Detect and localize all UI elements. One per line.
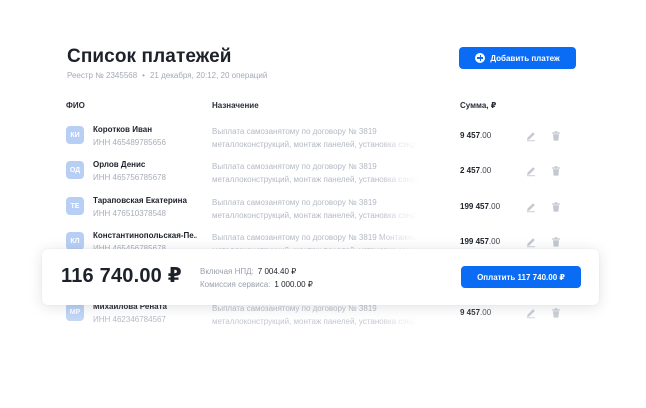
payee-name: Коротков Иван (93, 125, 153, 134)
table-row[interactable]: КИ Коротков Иван ИНН 465489785656 Выплат… (0, 125, 646, 161)
payee-name: Константинопольская-Пе... (93, 231, 197, 240)
amount-main: 9 457 (460, 131, 481, 140)
pay-button[interactable]: Оплатить 117 740.00 ₽ (461, 266, 581, 288)
amount-main: 199 457 (460, 202, 489, 211)
avatar: КИ (66, 126, 84, 144)
table-row[interactable]: ТЕ Тараповская Екатерина ИНН 47651037854… (0, 196, 646, 232)
purpose-line: металлоконструкций, монтаж панелей, уста… (212, 317, 418, 326)
payee-inn: ИНН 465489785656 (93, 138, 166, 147)
fee-line: Комиссия сервиса: 1 000.00 ₽ (200, 280, 313, 289)
payee-inn: ИНН 465756785678 (93, 173, 166, 182)
amount-main: 9 457 (460, 308, 481, 317)
trash-icon[interactable] (550, 164, 562, 176)
avatar: МР (66, 303, 84, 321)
fee-label: Комиссия сервиса: (200, 280, 271, 289)
payment-purpose: Выплата самозанятому по договору № 3819 … (212, 125, 418, 151)
trash-icon[interactable] (550, 129, 562, 141)
amount-kopecks: .00 (480, 131, 492, 140)
purpose-line: металлоконструкций, монтаж панелей, уста… (212, 175, 418, 184)
purpose-line: Выплата самозанятому по договору № 3819 (212, 127, 377, 136)
payment-purpose: Выплата самозанятому по договору № 3819 … (212, 302, 418, 328)
pencil-icon[interactable] (525, 306, 537, 319)
table-row[interactable]: МР Михайлова Рената ИНН 462346784567 Вып… (0, 302, 646, 338)
npd-label: Включая НПД: (200, 267, 254, 276)
npd-value: 7 004.40 ₽ (257, 267, 297, 276)
registry-info: Реестр № 2345568 • 21 декабря, 20:12, 20 о… (67, 71, 267, 80)
payee-name: Тараповская Екатерина (93, 196, 187, 205)
purpose-line: Выплата самозанятому по договору № 3819 … (212, 233, 418, 242)
add-payment-label: Добавить платеж (490, 53, 560, 63)
payee-name: Орлов Денис (93, 160, 146, 169)
payment-summary-panel: 116 740.00 ₽ Включая НПД: 7 004.40 ₽ Коми… (42, 249, 599, 305)
plus-circle-icon (475, 53, 486, 63)
purpose-line: Выплата самозанятому по договору № 3819 (212, 162, 377, 171)
purpose-line: металлоконструкций, монтаж панелей, уста… (212, 211, 418, 220)
page-title: Список платежей (67, 46, 232, 67)
avatar: ОД (66, 161, 84, 179)
payment-amount: 199 457.00 (460, 202, 500, 211)
pencil-icon[interactable] (525, 164, 537, 177)
separator-dot: • (142, 71, 145, 80)
payee-inn: ИНН 476510378548 (93, 209, 166, 218)
add-payment-button[interactable]: Добавить платеж (459, 47, 576, 69)
avatar: КЛ (66, 232, 84, 250)
amount-kopecks: .00 (480, 308, 492, 317)
amount-kopecks: .00 (480, 166, 492, 175)
registry-number: Реестр № 2345568 (67, 71, 138, 80)
npd-line: Включая НПД: 7 004.40 ₽ (200, 267, 296, 276)
amount-main: 199 457 (460, 237, 489, 246)
column-header-purpose: Назначение (212, 101, 259, 110)
pencil-icon[interactable] (525, 235, 537, 248)
trash-icon[interactable] (550, 306, 562, 318)
payment-amount: 199 457.00 (460, 237, 500, 246)
column-header-name: ФИО (66, 101, 85, 110)
payment-amount: 2 457.00 (460, 166, 491, 175)
total-amount: 116 740.00 ₽ (61, 265, 182, 287)
registry-meta: 21 декабря, 20:12, 20 операций (149, 71, 268, 80)
payment-purpose: Выплата самозанятому по договору № 3819 … (212, 160, 418, 186)
avatar: ТЕ (66, 197, 84, 215)
pencil-icon[interactable] (525, 200, 537, 213)
trash-icon[interactable] (550, 200, 562, 212)
fee-value: 1 000.00 ₽ (274, 280, 313, 289)
payment-amount: 9 457.00 (460, 308, 491, 317)
amount-kopecks: .00 (488, 202, 501, 211)
amount-kopecks: .00 (488, 237, 501, 246)
purpose-line: металлоконструкций, монтаж панелей, уста… (212, 140, 418, 149)
trash-icon[interactable] (550, 235, 562, 247)
payment-amount: 9 457.00 (460, 131, 491, 140)
payment-purpose: Выплата самозанятому по договору № 3819 … (212, 196, 418, 222)
column-header-amount: Сумма, ₽ (460, 101, 497, 110)
payee-inn: ИНН 462346784567 (93, 315, 166, 324)
purpose-line: Выплата самозанятому по договору № 3819 (212, 198, 377, 207)
amount-main: 2 457 (460, 166, 481, 175)
table-row[interactable]: ОД Орлов Денис ИНН 465756785678 Выплата … (0, 160, 646, 196)
pencil-icon[interactable] (525, 129, 537, 142)
